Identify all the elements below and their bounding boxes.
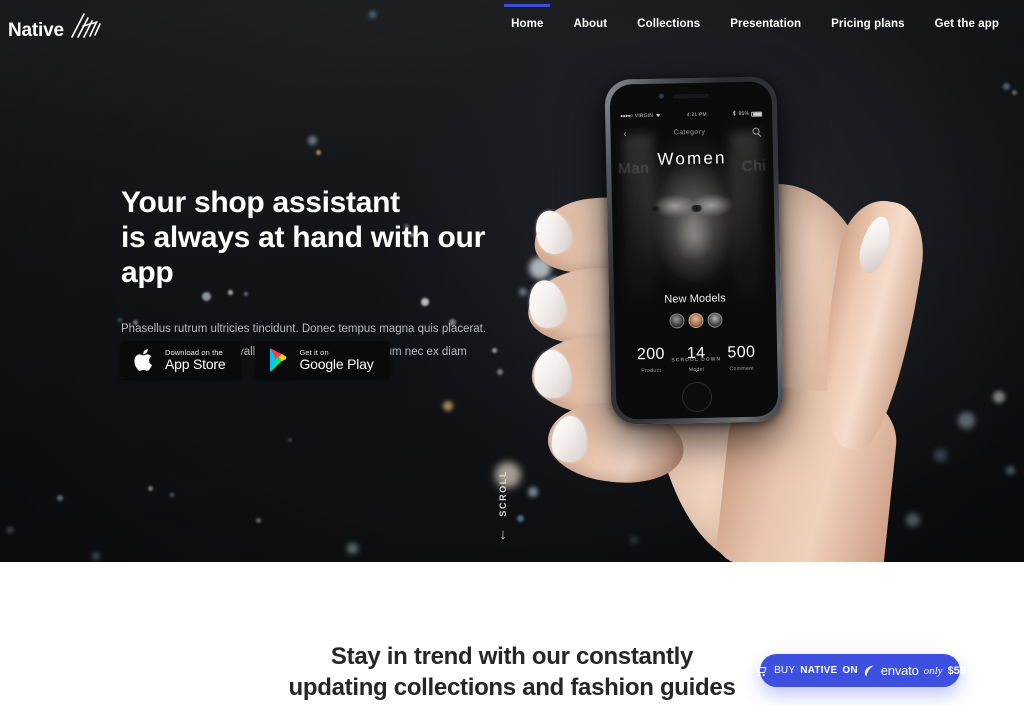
ios-status-bar: ●●●●○ VIRGIN 4:21 PM 95% (615, 107, 767, 122)
nav-item-pricing-plans[interactable]: Pricing plans (816, 4, 920, 42)
logo-text: Native (8, 20, 64, 41)
google-play-text: Get it on Google Play (299, 348, 373, 373)
new-models-title: New Models (664, 292, 726, 306)
phone-body: Man Chi ●●●●○ VIRGIN 4:21 PM 95% ‹ Categ… (609, 81, 779, 420)
landing-page: Native Home About Collections Presentati… (0, 0, 1024, 705)
bluetooth-icon (732, 110, 737, 118)
arrow-down-icon: ↓ (499, 525, 507, 543)
nav-item-about[interactable]: About (558, 4, 622, 42)
bokeh-particle (346, 542, 358, 554)
buy-label: BUY (774, 665, 796, 676)
phone-device: Man Chi ●●●●○ VIRGIN 4:21 PM 95% ‹ Categ… (604, 76, 784, 425)
bokeh-particle (255, 517, 261, 523)
earpiece-speaker (672, 93, 709, 99)
only-label: only (923, 664, 943, 677)
app-store-buttons: Download on the App Store Get it on Goog… (121, 341, 390, 379)
logo-script-mark (66, 10, 108, 40)
hero-section: Native Home About Collections Presentati… (0, 0, 1024, 562)
wifi-icon (655, 112, 661, 119)
bokeh-particle (170, 493, 174, 497)
envato-brand-label: envato (880, 663, 919, 678)
nav-label: Pricing plans (831, 18, 905, 30)
bokeh-particle (443, 401, 453, 411)
status-time: 4:21 PM (686, 111, 707, 119)
logo[interactable]: Native (8, 6, 108, 40)
bokeh-particle (57, 495, 63, 501)
bokeh-particle (7, 527, 13, 533)
product-label: NATIVE (800, 665, 838, 676)
app-store-text: Download on the App Store (165, 348, 226, 373)
bokeh-particle (315, 149, 321, 155)
model-avatars (619, 311, 771, 329)
app-nav-bar: ‹ Category (615, 122, 767, 141)
hero-title-line-2: is always at hand with our app (121, 221, 485, 290)
bokeh-particle (288, 438, 292, 442)
app-store-button[interactable]: Download on the App Store (121, 341, 242, 379)
apple-icon (134, 347, 156, 373)
app-nav-title: Category (673, 128, 706, 136)
status-left: ●●●●○ VIRGIN (620, 112, 661, 120)
chevron-down-icon: ⌄ (693, 364, 700, 375)
google-play-title: Google Play (299, 355, 374, 372)
nav-label: Get the app (934, 18, 999, 30)
nav-item-home[interactable]: Home (496, 4, 558, 42)
main-nav: Home About Collections Presentation Pric… (496, 0, 1014, 46)
back-chevron-icon[interactable]: ‹ (623, 128, 626, 138)
google-play-button[interactable]: Get it on Google Play (255, 341, 390, 379)
scroll-indicator[interactable]: SCROLL ↓ (498, 470, 508, 542)
nav-item-get-the-app[interactable]: Get the app (920, 4, 1014, 42)
app-store-title: App Store (165, 355, 226, 372)
front-camera-icon (658, 93, 664, 99)
phone-scroll-down[interactable]: SCROOL DOWN ⌄ (620, 355, 772, 375)
status-right: 95% (732, 110, 763, 119)
nav-label: Home (511, 18, 544, 30)
hero-title: Your shop assistant is always at hand wi… (121, 185, 541, 290)
envato-leaf-icon (864, 665, 875, 677)
home-button[interactable] (681, 381, 713, 413)
avatar[interactable] (687, 312, 704, 329)
search-icon[interactable] (752, 127, 760, 135)
on-label: ON (842, 665, 858, 676)
avatar[interactable] (706, 312, 723, 328)
bokeh-particle (147, 485, 153, 491)
signal-dots-icon: ●●●●○ (620, 113, 633, 120)
google-play-icon (268, 348, 290, 372)
carrier-label: VIRGIN (634, 112, 654, 120)
price-label: $59 (947, 664, 966, 677)
hero-title-line-1: Your shop assistant (121, 186, 400, 219)
buy-on-envato-button[interactable]: BUY NATIVE ON envato only $59 (754, 654, 966, 687)
bokeh-particle (307, 135, 317, 145)
bokeh-particle (92, 552, 100, 560)
site-header: Native Home About Collections Presentati… (0, 0, 1024, 46)
phone-screen[interactable]: Man Chi ●●●●○ VIRGIN 4:21 PM 95% ‹ Categ… (615, 107, 773, 388)
screen-category-title: Women (657, 148, 727, 169)
nav-item-presentation[interactable]: Presentation (715, 4, 816, 42)
nav-label: Collections (637, 18, 701, 30)
phone-mockup: Man Chi ●●●●○ VIRGIN 4:21 PM 95% ‹ Categ… (470, 0, 1024, 562)
battery-percent: 95% (738, 110, 750, 118)
nav-label: Presentation (730, 18, 802, 30)
nav-item-collections[interactable]: Collections (622, 4, 715, 42)
cart-icon (754, 664, 767, 677)
scroll-label: SCROLL (498, 470, 508, 517)
avatar[interactable] (668, 313, 685, 329)
nav-label: About (573, 18, 608, 30)
battery-icon (751, 111, 763, 117)
